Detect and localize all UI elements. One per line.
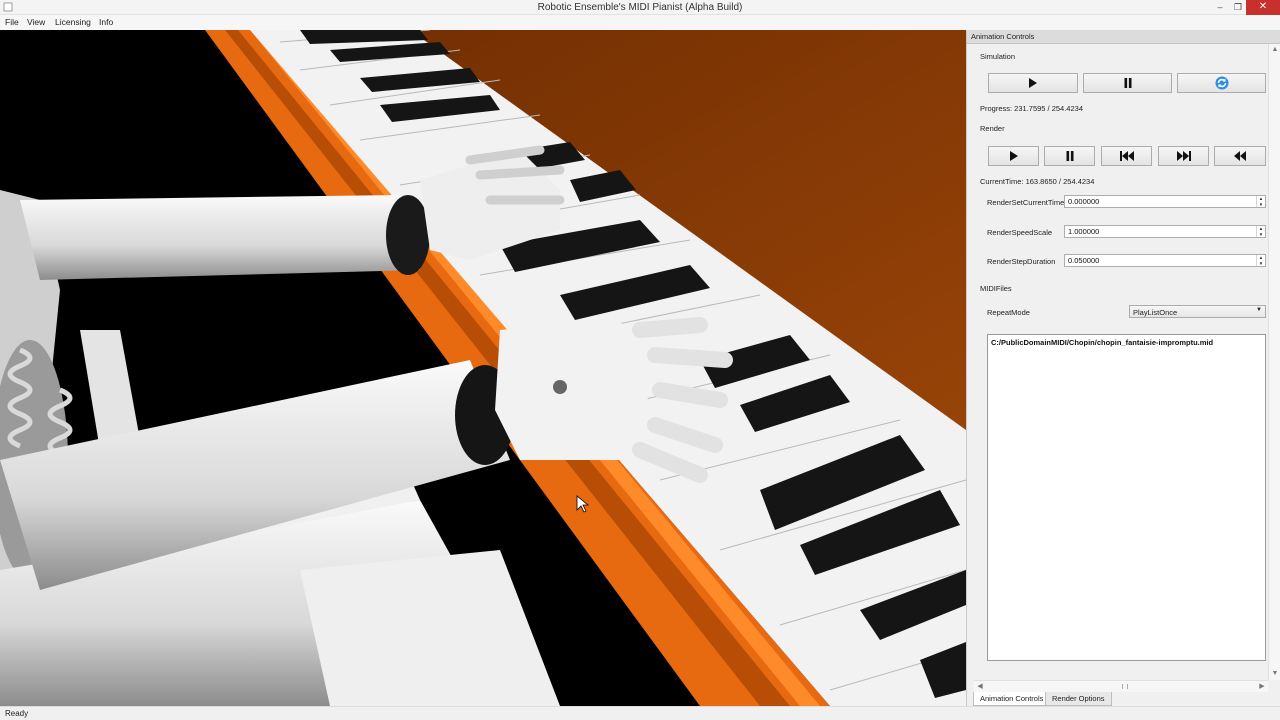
midi-files-label: MIDIFiles: [980, 284, 1012, 293]
render-play-button[interactable]: [988, 146, 1039, 166]
menu-licensing[interactable]: Licensing: [55, 17, 91, 27]
render-viewport[interactable]: [0, 30, 966, 706]
controls-scroll-area: Simulation Progress: 231.7595 / 254.4234…: [974, 44, 1267, 680]
pause-icon: [1124, 78, 1131, 88]
tab-render-options[interactable]: Render Options: [1045, 692, 1112, 706]
repeat-mode-label: RepeatMode: [987, 308, 1030, 317]
simulation-play-button[interactable]: [988, 73, 1078, 93]
scroll-down-icon[interactable]: ▼: [1269, 668, 1280, 680]
render-skip-back-button[interactable]: [1101, 146, 1152, 166]
tab-animation-controls[interactable]: Animation Controls: [973, 692, 1051, 706]
dock-title: Animation Controls: [967, 30, 1280, 44]
title-bar: Robotic Ensemble's MIDI Pianist (Alpha B…: [0, 0, 1280, 15]
render-skip-forward-button[interactable]: [1158, 146, 1209, 166]
render-rewind-button[interactable]: [1214, 146, 1266, 166]
list-item[interactable]: C:/PublicDomainMIDI/Chopin/chopin_fantai…: [991, 338, 1213, 347]
spin-arrows[interactable]: ▲ ▼: [1256, 196, 1265, 207]
horizontal-scrollbar[interactable]: ◀ ▶: [974, 680, 1268, 692]
menu-info[interactable]: Info: [99, 17, 113, 27]
skip-forward-icon: [1176, 151, 1191, 161]
reset-icon: [1215, 76, 1228, 90]
close-button[interactable]: ✕: [1246, 0, 1280, 15]
piano-scene: [0, 30, 966, 706]
status-text: Ready: [5, 709, 29, 718]
render-current-time: CurrentTime: 163.8650 / 254.4234: [980, 177, 1095, 186]
render-pause-button[interactable]: [1044, 146, 1095, 166]
skip-back-icon: [1119, 151, 1134, 161]
rewind-icon: [1234, 151, 1246, 161]
simulation-reset-button[interactable]: [1177, 73, 1266, 93]
simulation-progress: Progress: 231.7595 / 254.4234: [980, 104, 1083, 113]
render-label: Render: [980, 124, 1005, 133]
render-set-current-time-label: RenderSetCurrentTime: [987, 198, 1065, 207]
midi-file-list[interactable]: C:/PublicDomainMIDI/Chopin/chopin_fantai…: [987, 334, 1266, 661]
menu-bar: File View Licensing Info: [0, 15, 1280, 30]
simulation-pause-button[interactable]: [1083, 73, 1172, 93]
menu-file[interactable]: File: [5, 17, 19, 27]
window-title: Robotic Ensemble's MIDI Pianist (Alpha B…: [537, 2, 743, 13]
render-step-duration-input[interactable]: 0.050000 ▲ ▼: [1064, 254, 1266, 267]
play-icon: [1009, 151, 1018, 161]
play-icon: [1029, 78, 1037, 88]
pause-icon: [1066, 151, 1073, 161]
menu-view[interactable]: View: [27, 17, 45, 27]
repeat-mode-select[interactable]: PlayListOnce ▼: [1129, 305, 1266, 318]
render-set-current-time-input[interactable]: 0.000000 ▲ ▼: [1064, 195, 1266, 208]
render-step-duration-label: RenderStepDuration: [987, 257, 1056, 266]
status-bar: Ready: [0, 706, 1280, 720]
spin-arrows[interactable]: ▲ ▼: [1256, 226, 1265, 237]
chevron-down-icon: ▼: [1256, 307, 1262, 313]
scroll-thumb[interactable]: [1122, 684, 1128, 689]
spin-arrows[interactable]: ▲ ▼: [1256, 255, 1265, 266]
dock-tabs: Animation Controls Render Options: [967, 692, 1280, 706]
scroll-up-icon[interactable]: ▲: [1269, 44, 1280, 56]
render-speed-scale-input[interactable]: 1.000000 ▲ ▼: [1064, 225, 1266, 238]
vertical-scrollbar[interactable]: ▲ ▼: [1268, 44, 1280, 680]
render-speed-scale-label: RenderSpeedScale: [987, 228, 1053, 237]
simulation-label: Simulation: [980, 52, 1016, 61]
animation-controls-panel: Animation Controls Simulation Progress: …: [966, 30, 1280, 706]
